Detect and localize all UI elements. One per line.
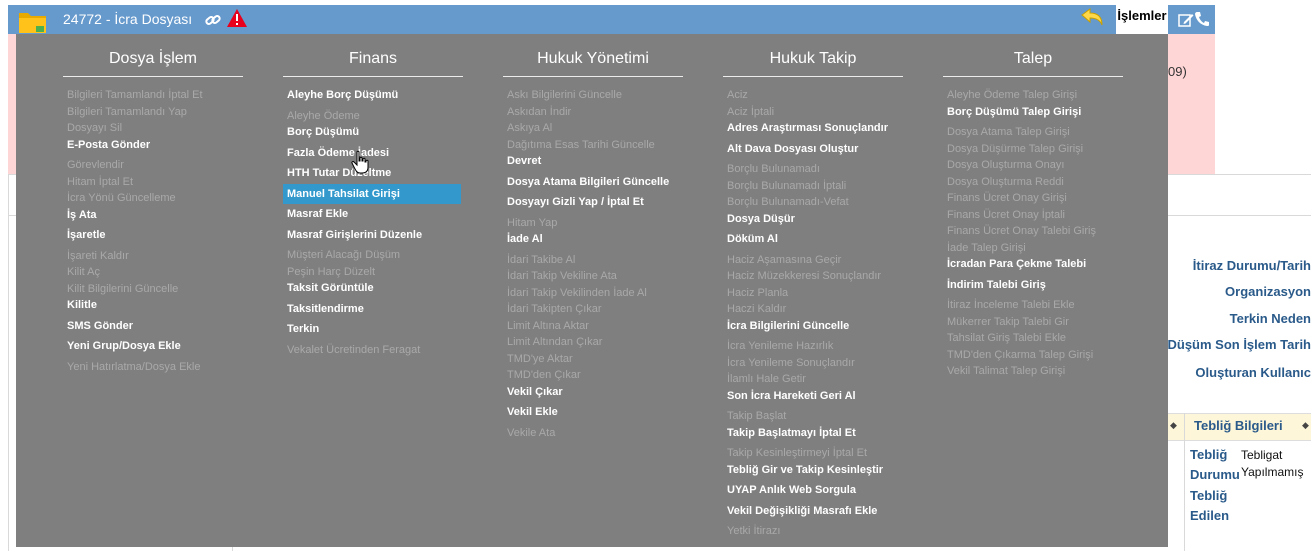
- warning-icon[interactable]: [226, 8, 248, 33]
- menu-item[interactable]: Vekil Değişikliği Masrafı Ekle: [723, 501, 901, 521]
- menu-column-divider: [943, 76, 1123, 77]
- menu-column-title: Talep: [1013, 50, 1053, 67]
- case-header-bar: 24772 - İcra Dosyası İşlemler: [8, 5, 1215, 34]
- menu-item[interactable]: HTH Tutar Düzeltme: [283, 163, 461, 183]
- menu-item[interactable]: Takip Başlatmayı İptal Et: [723, 423, 901, 443]
- menu-item[interactable]: İcra Bilgilerini Güncelle: [723, 316, 901, 336]
- menu-item[interactable]: Vekil Çıkar: [503, 382, 681, 402]
- menu-item[interactable]: Vekil Ekle: [503, 402, 681, 422]
- tab-islemler[interactable]: İşlemler: [1116, 5, 1168, 34]
- menu-item[interactable]: Alt Dava Dosyası Oluştur: [723, 139, 901, 159]
- menu-item[interactable]: UYAP Anlık Web Sorgula: [723, 480, 901, 500]
- islemler-mega-menu: Dosya İşlem Bilgileri Tamamlandı İptal Et…: [16, 34, 1168, 547]
- grid-header: ◆ Tebliğ Bilgileri ◆: [1166, 413, 1311, 441]
- menu-item[interactable]: İade Al: [503, 229, 681, 249]
- divider: [1184, 413, 1185, 551]
- menu-column-divider: [503, 76, 683, 77]
- menu-item[interactable]: Adres Araştırması Sonuçlandır: [723, 118, 901, 138]
- alert-panel-text: 09): [1168, 64, 1187, 79]
- menu-item[interactable]: Terkin: [283, 319, 461, 339]
- sort-icon[interactable]: ◆: [1302, 420, 1309, 431]
- menu-item[interactable]: Masraf Ekle: [283, 204, 461, 224]
- menu-item[interactable]: Yetki İtirazı: [723, 521, 901, 541]
- edit-icon[interactable]: [1178, 12, 1194, 33]
- menu-item[interactable]: İcradan Para Çekme Talebi: [943, 254, 1121, 274]
- menu-item[interactable]: Aleyhe Borç Düşümü: [283, 85, 461, 105]
- menu-item[interactable]: Dosyayı Gizli Yap / İptal Et: [503, 192, 681, 212]
- case-title: 24772 - İcra Dosyası: [63, 11, 193, 27]
- menu-column-divider: [63, 76, 243, 77]
- menu-item[interactable]: Yeni Hatırlatma/Dosya Ekle: [63, 357, 241, 377]
- cell-label-teblig-durumu: Tebliğ Durumu: [1190, 447, 1240, 482]
- column-header-teblig[interactable]: Tebliğ Bilgileri: [1194, 418, 1283, 433]
- menu-item[interactable]: SMS Gönder: [63, 316, 241, 336]
- menu-item[interactable]: Fazla Ödeme İadesi: [283, 143, 461, 163]
- menu-item[interactable]: Manuel Tahsilat Girişi: [283, 183, 461, 204]
- divider: [8, 174, 9, 551]
- hand-cursor-icon: [351, 150, 371, 179]
- link-icon[interactable]: [205, 12, 221, 33]
- menu-item[interactable]: Tebliğ Gir ve Takip Kesinleştir: [723, 460, 901, 480]
- menu-column-title: Hukuk Yönetimi: [537, 50, 649, 67]
- menu-item[interactable]: Dosya Düşür: [723, 209, 901, 229]
- menu-item[interactable]: Devret: [503, 151, 681, 171]
- menu-item[interactable]: İş Ata: [63, 205, 241, 225]
- menu-item[interactable]: Dosya Atama Bilgileri Güncelle: [503, 172, 681, 192]
- menu-item[interactable]: Son İcra Hareketi Geri Al: [723, 386, 901, 406]
- menu-item[interactable]: Taksit Görüntüle: [283, 278, 461, 298]
- menu-item[interactable]: Döküm Al: [723, 229, 901, 249]
- menu-item[interactable]: Vekile Ata: [503, 423, 681, 443]
- sort-icon[interactable]: ◆: [1170, 420, 1177, 431]
- menu-item[interactable]: Kilitle: [63, 295, 241, 315]
- field-label-terkin: Terkin Neden: [1229, 311, 1311, 326]
- menu-column-divider: [283, 76, 463, 77]
- cell-value-teblig-durumu: Tebligat Yapılmamış: [1241, 448, 1304, 479]
- menu-column-divider: [723, 76, 903, 77]
- undo-icon[interactable]: [1080, 8, 1104, 33]
- menu-item[interactable]: İndirim Talebi Giriş: [943, 275, 1121, 295]
- field-label-organizasyon: Organizasyon: [1225, 284, 1311, 299]
- menu-item[interactable]: Masraf Girişlerini Düzenle: [283, 225, 461, 245]
- phone-icon[interactable]: [1194, 11, 1210, 32]
- menu-column-title: Hukuk Takip: [769, 50, 857, 67]
- menu-item[interactable]: Yeni Grup/Dosya Ekle: [63, 336, 241, 356]
- field-label-olusturan: Oluşturan Kullanıc: [1195, 365, 1311, 380]
- menu-item[interactable]: Taksitlendirme: [283, 299, 461, 319]
- menu-item[interactable]: Vekil Talimat Talep Girişi: [943, 361, 1121, 381]
- menu-item[interactable]: Borç Düşümü Talep Girişi: [943, 102, 1121, 122]
- menu-column-title: Dosya İşlem: [108, 50, 198, 67]
- cell-label-teblig-edilen: Tebliğ Edilen: [1190, 488, 1230, 523]
- field-label-itiraz: İtiraz Durumu/Tarih: [1192, 258, 1311, 273]
- menu-item[interactable]: Vekalet Ücretinden Feragat: [283, 340, 461, 360]
- menu-item[interactable]: Borç Düşümü: [283, 122, 461, 142]
- menu-item[interactable]: İşaretle: [63, 225, 241, 245]
- menu-item[interactable]: E-Posta Gönder: [63, 135, 241, 155]
- menu-column-title: Finans: [348, 50, 398, 67]
- field-label-dusum: Düşüm Son İşlem Tarih: [1167, 337, 1311, 352]
